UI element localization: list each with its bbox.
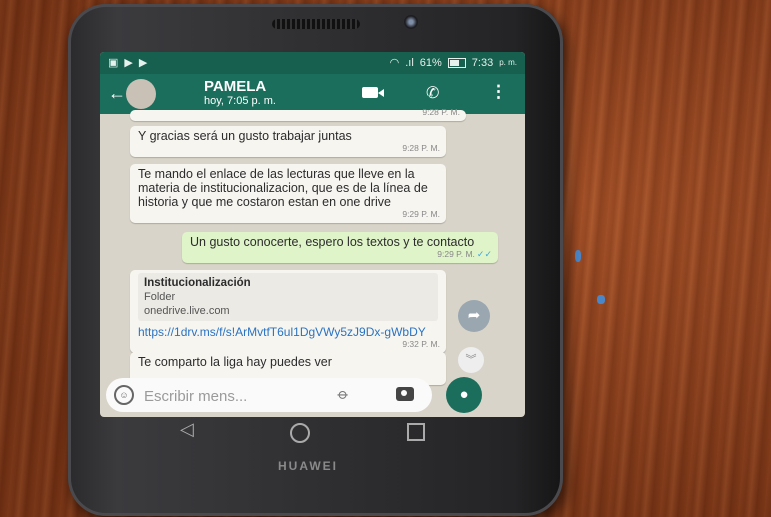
phone-icon[interactable]: ✆	[426, 83, 439, 103]
chat-app-bar: ← PAMELA hoy, 7:05 p. m. ✆ ⋮	[100, 74, 525, 114]
status-indicators: ◠ .ıl 61% 7:33 p. m.	[389, 56, 517, 70]
camera-icon[interactable]	[396, 387, 414, 401]
phone-brand: HUAWEI	[278, 459, 338, 473]
notification-icon: ▶	[124, 57, 133, 69]
phone-screen: ▣ ▶ ▶ ◠ .ıl 61% 7:33 p. m. ← PAMELA hoy,…	[100, 52, 525, 417]
read-receipt-icon: ✓✓	[476, 249, 492, 259]
attach-clip-icon[interactable]: ⌀	[334, 384, 353, 403]
front-camera	[404, 15, 418, 29]
battery-icon	[447, 57, 466, 68]
share-arrow-icon[interactable]: ➦	[458, 300, 490, 332]
message-time: 9:28 P. M.	[402, 143, 440, 153]
emoji-icon[interactable]: ☺	[114, 385, 134, 405]
message-time: 9:32 P. M.	[402, 339, 440, 349]
link-preview-card[interactable]: Institucionalización Folder onedrive.liv…	[138, 273, 438, 321]
last-seen-status: hoy, 7:05 p. m.	[204, 95, 276, 107]
battery-percent: 61%	[419, 56, 442, 69]
link-type: Folder	[144, 291, 176, 303]
contact-name[interactable]: PAMELA	[204, 78, 266, 95]
message-time: 9:29 P. M. ✓✓	[437, 247, 492, 261]
notification-icon: ▶	[138, 57, 148, 69]
message-bubble-incoming[interactable]: Y gracias será un gusto trabajar juntas …	[130, 126, 446, 157]
message-text: Te comparto la liga hay puedes ver	[138, 355, 332, 369]
microphone-icon[interactable]: ●	[446, 377, 482, 413]
link-url[interactable]: https://1drv.ms/f/s!ArMvtfT6ul1DgVWy5zJ9…	[138, 325, 438, 339]
paint-speck	[597, 295, 605, 304]
scroll-down-icon[interactable]: ︾	[458, 347, 484, 373]
notification-icons: ▣ ▶ ▶	[108, 56, 147, 69]
nav-home-icon[interactable]	[290, 423, 310, 443]
back-arrow-icon[interactable]: ←	[108, 83, 126, 104]
message-time: 9:28 P. M.	[422, 107, 460, 117]
earpiece-speaker	[272, 19, 360, 29]
paint-speck	[575, 250, 581, 262]
clock-ampm: p. m.	[499, 58, 517, 67]
video-call-icon[interactable]	[362, 87, 384, 98]
message-input-bar: ☺ ⌀	[106, 378, 432, 412]
menu-icon[interactable]: ⋮	[490, 82, 507, 102]
message-text: Te mando el enlace de las lecturas que l…	[138, 167, 428, 209]
signal-icon: .ıl	[405, 56, 414, 69]
message-input[interactable]	[142, 382, 326, 410]
wifi-icon: ◠	[389, 57, 400, 69]
message-bubble-outgoing[interactable]: Un gusto conocerte, espero los textos y …	[182, 232, 498, 263]
notification-icon: ▣	[108, 57, 119, 69]
nav-back-icon[interactable]: ◁	[180, 419, 194, 440]
message-bubble-incoming[interactable]: 9:28 P. M.	[130, 107, 466, 121]
link-domain: onedrive.live.com	[144, 305, 230, 317]
message-bubble-incoming[interactable]: Te mando el enlace de las lecturas que l…	[130, 164, 446, 223]
android-nav-bar: ◁	[100, 417, 525, 447]
clock: 7:33	[471, 56, 494, 69]
message-text: Un gusto conocerte, espero los textos y …	[190, 235, 475, 249]
link-title: Institucionalización	[144, 277, 251, 289]
nav-recent-apps-icon[interactable]	[407, 423, 425, 441]
message-time-text: 9:29 P. M.	[437, 249, 475, 259]
message-text: Y gracias será un gusto trabajar juntas	[138, 129, 352, 143]
status-bar: ▣ ▶ ▶ ◠ .ıl 61% 7:33 p. m.	[100, 52, 525, 74]
message-bubble-link[interactable]: Institucionalización Folder onedrive.liv…	[130, 270, 446, 353]
message-time: 9:29 P. M.	[402, 209, 440, 219]
avatar[interactable]	[126, 79, 156, 109]
